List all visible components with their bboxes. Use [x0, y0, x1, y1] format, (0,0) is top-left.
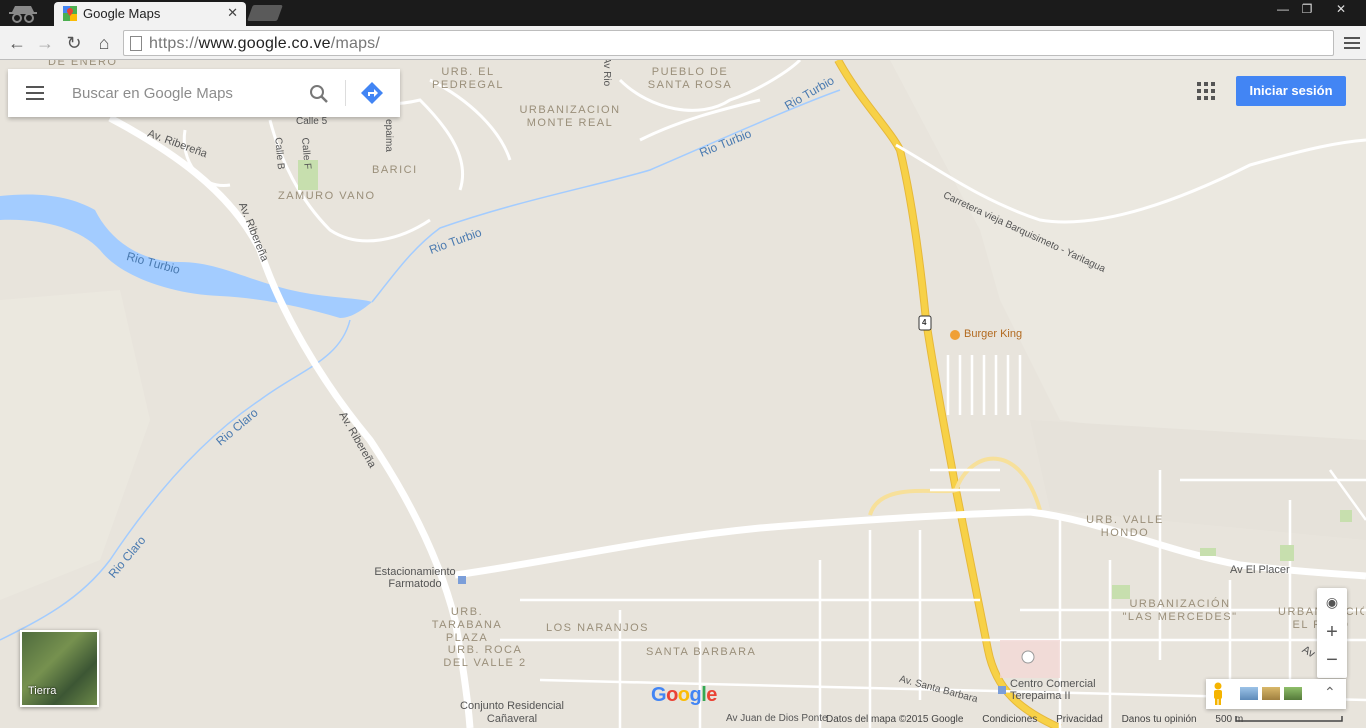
home-icon[interactable]: ⌂ [92, 31, 116, 55]
privacy-link[interactable]: Privacidad [1056, 714, 1103, 725]
map-label: epaima [382, 119, 394, 152]
earth-layer-button[interactable]: Tierra [20, 630, 99, 707]
search-input[interactable] [70, 81, 300, 105]
imagery-thumb-desert-icon[interactable] [1262, 687, 1280, 700]
poi-estacionamiento[interactable]: Estacionamiento Farmatodo [370, 566, 460, 590]
feedback-link[interactable]: Danos tu opinión [1122, 714, 1197, 725]
page-icon [130, 36, 142, 51]
terms-link[interactable]: Condiciones [982, 714, 1037, 725]
map-label: URBANIZACIÓN "LAS MERCEDES" [1122, 598, 1238, 623]
scale-label: 500 m [1215, 714, 1244, 725]
map-canvas[interactable]: DE ENERO URB. EL PEDREGAL PUEBLO DE SANT… [0, 60, 1366, 728]
poi-burger-king[interactable]: Burger King [964, 328, 1022, 340]
sign-in-button[interactable]: Iniciar sesión [1236, 76, 1346, 106]
maximize-button[interactable]: ❐ [1292, 0, 1322, 18]
incognito-icon [9, 6, 37, 23]
new-tab-button[interactable] [247, 5, 283, 21]
map-label: URB. ROCA DEL VALLE 2 [443, 644, 527, 669]
poi-conjunto-residencial[interactable]: Conjunto Residencial Cañaveral [452, 700, 572, 726]
map-label: BARICI [372, 164, 418, 176]
address-bar[interactable]: https://www.google.co.ve/maps/ [123, 30, 1334, 56]
map-label: Calle 5 [296, 116, 328, 127]
browser-menu-icon[interactable] [1344, 34, 1360, 50]
google-maps-favicon-icon [63, 6, 77, 21]
search-icon[interactable] [308, 83, 330, 105]
map-label: URBANIZACION MONTE REAL [519, 104, 621, 129]
map-label: URB. EL PEDREGAL [432, 66, 504, 91]
map-label: Av Rio [601, 60, 613, 87]
browser-titlebar: Google Maps ✕ — ❐ ✕ [0, 0, 1366, 26]
map-label: Av Juan de Dios Ponte [726, 713, 828, 724]
earth-layer-label: Tierra [28, 685, 57, 697]
route-shield-label: 4 [922, 318, 927, 327]
search-box [8, 69, 400, 117]
forward-arrow-icon[interactable]: → [33, 31, 57, 55]
back-arrow-icon[interactable]: ← [5, 31, 29, 55]
map-label: Av El Placer [1230, 564, 1290, 576]
zoom-in-button[interactable]: + [1317, 618, 1347, 646]
map-label: URB. VALLE HONDO [1086, 514, 1164, 539]
zoom-out-button[interactable]: − [1317, 646, 1347, 674]
pegman-icon[interactable] [1212, 682, 1224, 706]
map-label: PUEBLO DE SANTA ROSA [647, 66, 733, 91]
map-label: URB. TARABANA PLAZA [431, 606, 503, 644]
menu-icon[interactable] [26, 86, 44, 104]
browser-tab[interactable]: Google Maps ✕ [54, 2, 246, 26]
browser-toolbar: ← → ↻ ⌂ https://www.google.co.ve/maps/ [0, 26, 1366, 60]
close-window-button[interactable]: ✕ [1326, 0, 1356, 18]
map-footer: Datos del mapa ©2015 Google Condiciones … [826, 714, 1259, 728]
apps-grid-icon[interactable] [1197, 82, 1215, 100]
search-divider [345, 80, 346, 106]
my-location-icon[interactable]: ◉ [1317, 588, 1347, 616]
imagery-panel: ⌃ [1206, 679, 1346, 709]
map-label: LOS NARANJOS [546, 622, 649, 634]
map-label: DE ENERO [48, 60, 118, 68]
map-controls: ◉ + − [1317, 588, 1347, 678]
google-logo: Google [651, 684, 717, 706]
url-text: https://www.google.co.ve/maps/ [149, 35, 381, 52]
imagery-thumb-forest-icon[interactable] [1284, 687, 1302, 700]
map-data-credit: Datos del mapa ©2015 Google [826, 714, 964, 725]
map-label: SANTA BARBARA [646, 646, 757, 658]
expand-chevron-icon[interactable]: ⌃ [1324, 684, 1336, 701]
reload-icon[interactable]: ↻ [62, 31, 86, 55]
tab-title: Google Maps [83, 6, 161, 21]
tab-close-icon[interactable]: ✕ [227, 5, 238, 21]
directions-icon[interactable] [360, 81, 384, 105]
map-label: ZAMURO VANO [278, 190, 376, 202]
poi-centro-comercial[interactable]: Centro Comercial Terepaima II [1010, 678, 1110, 702]
imagery-thumb-sky-icon[interactable] [1240, 687, 1258, 700]
